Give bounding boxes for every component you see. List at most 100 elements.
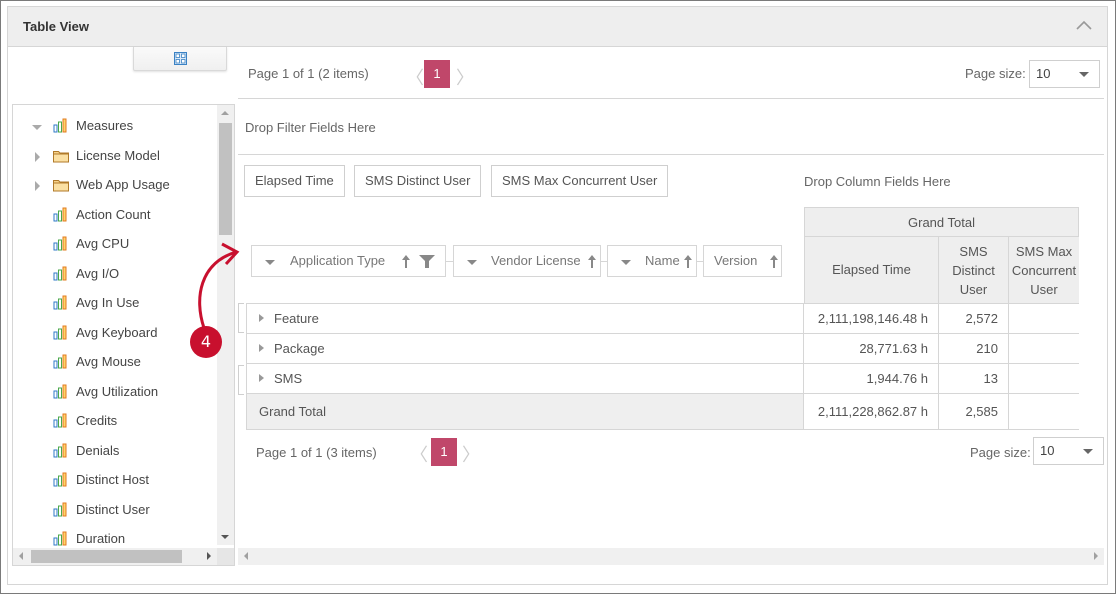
field-list-item[interactable]: Action Count bbox=[13, 204, 213, 226]
scroll-right-arrow-icon[interactable] bbox=[207, 552, 211, 560]
page-size-select[interactable]: 10 bbox=[1029, 60, 1100, 88]
field-list-item[interactable]: Web App Usage bbox=[13, 174, 213, 196]
column-header-text: Distinct bbox=[952, 263, 995, 278]
cell-sms-distinct-user: 2,585 bbox=[939, 394, 1009, 430]
chevron-down-icon bbox=[1083, 449, 1093, 454]
pager-summary: Page 1 of 1 (3 items) bbox=[256, 445, 377, 460]
expand-icon[interactable] bbox=[259, 344, 264, 352]
field-list-item-label: License Model bbox=[76, 147, 160, 163]
row-header-text: Feature bbox=[274, 311, 319, 326]
field-list-horizontal-scrollbar[interactable] bbox=[13, 548, 218, 565]
column-header-elapsed-time[interactable]: Elapsed Time bbox=[804, 237, 939, 304]
bar-chart-icon bbox=[53, 295, 68, 317]
column-header-text: SMS Max bbox=[1015, 244, 1073, 259]
callout-arrow-icon bbox=[198, 242, 240, 329]
column-header-text: User bbox=[959, 282, 988, 297]
pager-prev-icon[interactable]: 〈 bbox=[410, 441, 428, 467]
page-size-value: 10 bbox=[1040, 443, 1055, 458]
bar-chart-icon bbox=[53, 266, 68, 288]
bar-chart-icon bbox=[53, 413, 68, 435]
data-field-elapsed-time[interactable]: Elapsed Time bbox=[244, 165, 345, 197]
window-frame: Table View Measures License Model Web App … bbox=[0, 0, 1116, 594]
field-list-item[interactable]: Duration bbox=[13, 528, 213, 550]
column-header-sms-distinct-user[interactable]: SMS Distinct User bbox=[939, 237, 1009, 304]
expand-arrow-icon[interactable] bbox=[31, 174, 43, 196]
pivot-horizontal-scrollbar[interactable] bbox=[238, 548, 1104, 565]
pager-page-1[interactable]: 1 bbox=[431, 438, 457, 466]
bar-chart-icon bbox=[53, 236, 68, 258]
field-list-item-label: Avg I/O bbox=[76, 265, 120, 281]
bar-chart-icon bbox=[53, 443, 68, 465]
callout-badge: 4 bbox=[190, 326, 222, 358]
page-size-label: Page size: bbox=[965, 66, 1026, 81]
field-list-item-label: Avg In Use bbox=[76, 295, 140, 310]
scroll-thumb[interactable] bbox=[219, 123, 232, 235]
field-list-item-label: Avg CPU bbox=[76, 236, 130, 251]
filter-drop-zone[interactable]: Drop Filter Fields Here bbox=[245, 120, 376, 135]
table-view-panel: Table View Measures License Model Web App … bbox=[7, 6, 1108, 585]
field-list-item-label: Action Count bbox=[76, 206, 151, 222]
cell-sms-max-concurrent-user bbox=[1009, 364, 1079, 394]
row-header-feature[interactable]: Feature bbox=[246, 304, 804, 334]
field-list-item[interactable]: Measures bbox=[13, 115, 213, 137]
field-list-item[interactable]: Distinct Host bbox=[13, 469, 213, 491]
page-size-value: 10 bbox=[1036, 66, 1051, 81]
field-list-item-label: Duration bbox=[76, 531, 126, 546]
cell-sms-max-concurrent-user bbox=[1009, 394, 1079, 430]
chevron-up-icon[interactable] bbox=[1075, 19, 1093, 33]
pager-page-1[interactable]: 1 bbox=[424, 60, 450, 88]
field-list-item[interactable]: Denials bbox=[13, 440, 213, 462]
collapse-arrow-icon[interactable] bbox=[31, 115, 43, 137]
scroll-corner bbox=[217, 548, 234, 565]
data-field-sms-distinct-user[interactable]: SMS Distinct User bbox=[354, 165, 482, 197]
field-list-item[interactable]: Credits bbox=[13, 410, 213, 432]
chevron-down-icon bbox=[1079, 72, 1089, 77]
bar-chart-icon bbox=[53, 354, 68, 376]
field-list-item-label: Credits bbox=[76, 413, 118, 428]
cell-elapsed-time: 2,111,198,146.48 h bbox=[804, 304, 939, 334]
scroll-up-arrow-icon[interactable] bbox=[221, 111, 229, 115]
divider bbox=[238, 154, 1104, 155]
bar-chart-icon bbox=[53, 472, 68, 494]
field-list-item[interactable]: Avg Mouse bbox=[13, 351, 213, 373]
top-pager: Page 1 of 1 (2 items) 〈 1 〉 Page size: 1… bbox=[248, 60, 1108, 90]
pager-next-icon[interactable]: 〉 bbox=[456, 64, 474, 90]
bar-chart-icon bbox=[53, 207, 68, 229]
row-header-sms[interactable]: SMS bbox=[246, 364, 804, 394]
field-list-item[interactable]: Distinct User bbox=[13, 499, 213, 521]
column-header-sms-max-concurrent-user[interactable]: SMS Max Concurrent User bbox=[1009, 237, 1079, 304]
field-list-item[interactable]: License Model bbox=[13, 145, 213, 167]
data-field-sms-max-concurrent-user[interactable]: SMS Max Concurrent User bbox=[491, 165, 669, 197]
expand-arrow-icon[interactable] bbox=[31, 145, 43, 167]
cell-elapsed-time: 1,944.76 h bbox=[804, 364, 939, 394]
row-header-package[interactable]: Package bbox=[246, 334, 804, 364]
column-header-text: User bbox=[1030, 282, 1058, 297]
field-list-item-label: Avg Mouse bbox=[76, 354, 141, 369]
cell-sms-max-concurrent-user bbox=[1009, 334, 1079, 364]
grid-layout-icon bbox=[174, 52, 187, 65]
field-list-item-label: Distinct User bbox=[76, 501, 150, 517]
pager-next-icon[interactable]: 〉 bbox=[462, 441, 480, 467]
expand-icon[interactable] bbox=[259, 314, 264, 322]
divider bbox=[238, 98, 1104, 99]
panel-title: Table View bbox=[23, 19, 89, 34]
page-size-label: Page size: bbox=[970, 445, 1031, 460]
field-list-item[interactable]: Avg Utilization bbox=[13, 381, 213, 403]
row-header-text: SMS bbox=[274, 371, 303, 386]
pivot-table: Grand Total Elapsed Time SMS Distinct Us… bbox=[246, 207, 1079, 430]
scroll-right-arrow-icon[interactable] bbox=[1094, 552, 1098, 560]
folder-icon bbox=[53, 148, 69, 170]
cell-elapsed-time: 28,771.63 h bbox=[804, 334, 939, 364]
page-size-select[interactable]: 10 bbox=[1033, 437, 1104, 465]
field-list-item-label: Measures bbox=[76, 118, 134, 133]
pager-prev-icon[interactable]: 〈 bbox=[406, 64, 424, 90]
expand-icon[interactable] bbox=[259, 374, 264, 382]
field-list-layout-button[interactable] bbox=[133, 47, 227, 71]
scroll-down-arrow-icon[interactable] bbox=[221, 535, 229, 539]
scroll-left-arrow-icon[interactable] bbox=[19, 552, 23, 560]
field-list-item-label: Avg Keyboard bbox=[76, 324, 158, 340]
row-header-text: Package bbox=[274, 341, 325, 356]
scroll-left-arrow-icon[interactable] bbox=[244, 552, 248, 560]
column-drop-zone[interactable]: Drop Column Fields Here bbox=[804, 174, 951, 189]
bar-chart-icon bbox=[53, 118, 68, 140]
